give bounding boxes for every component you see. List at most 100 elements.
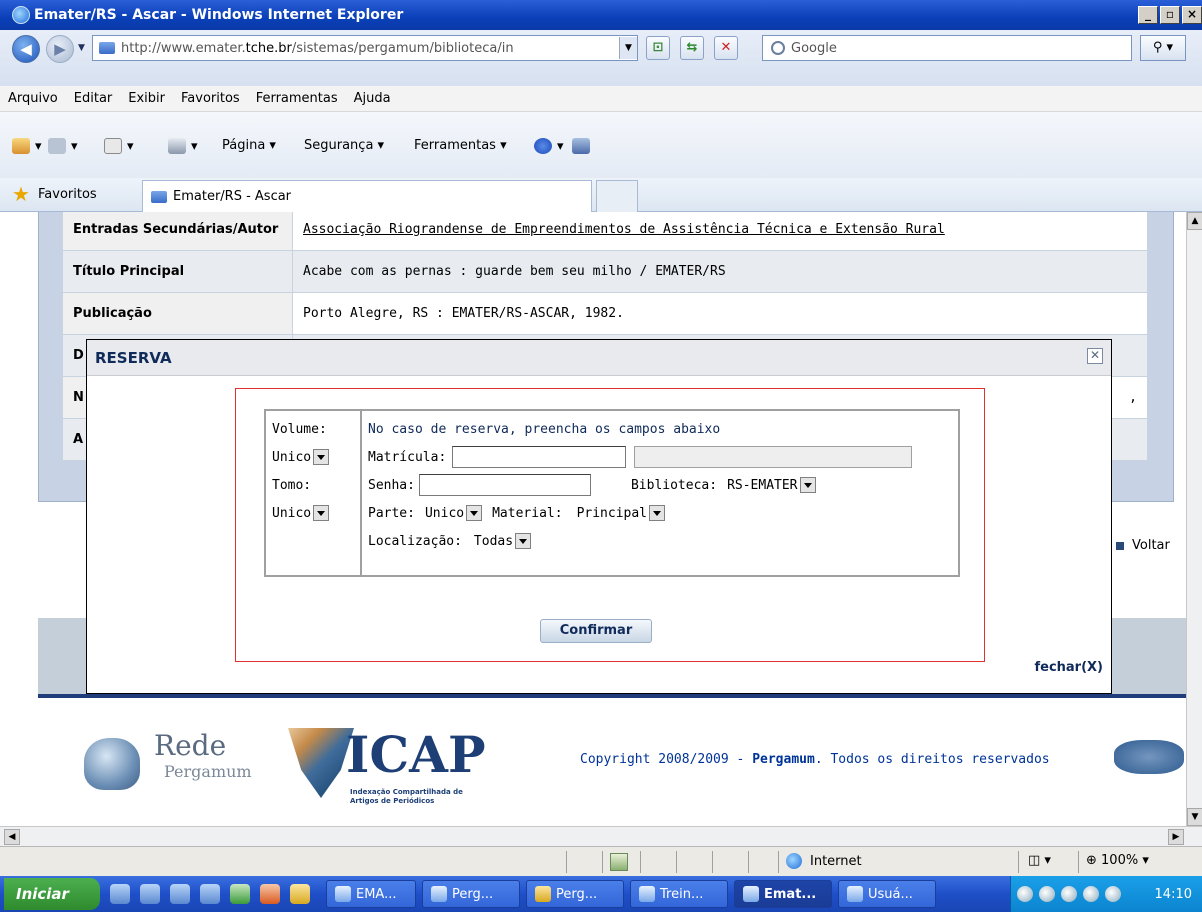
security-zone[interactable]: Internet: [786, 853, 862, 869]
senha-input[interactable]: [418, 474, 591, 496]
tray-icon[interactable]: [1083, 886, 1099, 902]
zoom-control[interactable]: ⊕ 100% ▾: [1086, 853, 1149, 868]
scroll-left-icon[interactable]: ◀: [4, 829, 20, 845]
maximize-button[interactable]: ▫: [1160, 6, 1180, 24]
mail-button[interactable]: ▾: [104, 138, 134, 154]
record-label: Entradas Secundárias/Autor: [62, 212, 293, 251]
icap-logo: ICAP Indexação Compartilhada de Artigos …: [288, 722, 508, 817]
quicklaunch-icon[interactable]: [200, 884, 220, 904]
table-row: Publicação Porto Alegre, RS : EMATER/RS-…: [62, 292, 1148, 335]
tray-icon[interactable]: [1039, 886, 1055, 902]
tray-icon[interactable]: [1061, 886, 1077, 902]
tomo-label: Tomo:: [272, 477, 312, 493]
dialog-header: RESERVA ✕: [87, 340, 1111, 376]
browser-tab-active[interactable]: Emater/RS - Ascar: [142, 180, 592, 212]
menu-editar[interactable]: Editar: [74, 91, 113, 106]
voltar-link[interactable]: Voltar: [1116, 538, 1170, 553]
taskbar-item-active[interactable]: Emat...: [734, 880, 832, 908]
favorites-star-icon[interactable]: ★: [12, 184, 30, 204]
volume-select[interactable]: Unico: [272, 449, 330, 465]
quicklaunch-icon[interactable]: [110, 884, 130, 904]
url-dropdown-button[interactable]: ▼: [619, 37, 637, 59]
back-button[interactable]: ◀: [12, 35, 40, 63]
new-tab-button[interactable]: [596, 180, 638, 212]
scroll-up-icon[interactable]: ▲: [1187, 212, 1202, 230]
stop-icon[interactable]: ✕: [714, 36, 738, 60]
confirm-button[interactable]: Confirmar: [540, 619, 652, 643]
tomo-select[interactable]: Unico: [272, 505, 330, 521]
search-button[interactable]: ⚲ ▾: [1140, 35, 1186, 61]
biblioteca-select[interactable]: RS-EMATER: [727, 477, 816, 493]
address-input[interactable]: http://www.emater.tche.br/sistemas/perga…: [92, 35, 638, 61]
search-input[interactable]: Google: [762, 35, 1132, 61]
parte-select[interactable]: Unico: [425, 505, 483, 521]
material-select[interactable]: Principal: [577, 505, 666, 521]
home-button[interactable]: ▾: [12, 138, 42, 154]
tray-icon[interactable]: [1105, 886, 1121, 902]
quicklaunch-excel-icon[interactable]: [230, 884, 250, 904]
vertical-scrollbar[interactable]: ▲ ▼: [1186, 212, 1202, 826]
help-button[interactable]: ▾: [534, 138, 564, 154]
window-title: Emater/RS - Ascar - Windows Internet Exp…: [34, 7, 404, 23]
security-menu-button[interactable]: Segurança ▾: [304, 138, 384, 153]
matricula-name-field: [634, 446, 913, 468]
taskbar-item[interactable]: Perg...: [422, 880, 520, 908]
menu-ferramentas[interactable]: Ferramentas: [256, 91, 338, 106]
taskbar-item[interactable]: Perg...: [526, 880, 624, 908]
history-dropdown-icon[interactable]: ▼: [78, 43, 85, 53]
quicklaunch-icon[interactable]: [260, 884, 280, 904]
localizacao-label: Localização:: [368, 533, 462, 549]
help-icon: [534, 138, 552, 154]
quicklaunch-icon[interactable]: [140, 884, 160, 904]
tray-icon[interactable]: [1017, 886, 1033, 902]
author-link[interactable]: Associação Riograndense de Empreendiment…: [303, 222, 945, 237]
menu-arquivo[interactable]: Arquivo: [8, 91, 58, 106]
window-titlebar: Emater/RS - Ascar - Windows Internet Exp…: [0, 0, 1202, 30]
close-window-button[interactable]: ×: [1182, 6, 1202, 24]
taskbar-item[interactable]: Usuá...: [838, 880, 936, 908]
favorites-button[interactable]: Favoritos: [38, 187, 97, 202]
protected-mode-icon[interactable]: ◫ ▾: [1028, 853, 1068, 871]
record-value: Porto Alegre, RS : EMATER/RS-ASCAR, 1982…: [292, 292, 1148, 335]
popup-blocker-icon[interactable]: [610, 853, 628, 871]
quicklaunch-folder-icon[interactable]: [290, 884, 310, 904]
biblioteca-label: Biblioteca:: [630, 477, 718, 493]
chevron-down-icon: [515, 533, 532, 549]
tools-menu-button[interactable]: Ferramentas ▾: [414, 138, 507, 153]
record-value: Acabe com as pernas : guarde bem seu mil…: [292, 250, 1148, 293]
scroll-down-icon[interactable]: ▼: [1187, 808, 1202, 826]
parte-label: Parte:: [368, 505, 415, 521]
favorites-bar: ★ Favoritos Emater/RS - Ascar: [0, 178, 1202, 212]
printer-icon: [168, 138, 186, 154]
quicklaunch-ie-icon[interactable]: [170, 884, 190, 904]
window-controls: _ ▫ ×: [1138, 6, 1202, 24]
compatibility-view-icon[interactable]: ⊡: [646, 36, 670, 60]
research-button[interactable]: [572, 138, 595, 154]
localizacao-select[interactable]: Todas: [474, 533, 532, 549]
page-menu-button[interactable]: Página ▾: [222, 138, 276, 153]
page-favicon: [99, 42, 115, 54]
scroll-right-icon[interactable]: ▶: [1168, 829, 1184, 845]
refresh-icon[interactable]: ⇆: [680, 36, 704, 60]
matricula-input[interactable]: [452, 446, 627, 468]
url-text[interactable]: http://www.emater.tche.br/sistemas/perga…: [121, 41, 619, 56]
feeds-button[interactable]: ▾: [48, 138, 78, 154]
menu-favoritos[interactable]: Favoritos: [181, 91, 240, 106]
rss-icon: [48, 138, 66, 154]
menu-ajuda[interactable]: Ajuda: [354, 91, 391, 106]
taskbar-item[interactable]: Trein...: [630, 880, 728, 908]
mail-icon: [104, 138, 122, 154]
record-label: Título Principal: [62, 250, 293, 293]
menu-bar: Arquivo Editar Exibir Favoritos Ferramen…: [0, 86, 1202, 112]
fechar-link[interactable]: fechar(X): [1034, 660, 1103, 675]
chevron-down-icon: [466, 505, 483, 521]
menu-exibir[interactable]: Exibir: [128, 91, 165, 106]
taskbar-item[interactable]: EMA...: [326, 880, 416, 908]
print-button[interactable]: ▾: [168, 138, 198, 154]
minimize-button[interactable]: _: [1138, 6, 1158, 24]
start-button[interactable]: Iniciar: [4, 878, 100, 910]
system-tray: 14:10: [1010, 876, 1202, 912]
horizontal-scrollbar[interactable]: ◀ ▶: [0, 826, 1202, 846]
forward-button[interactable]: ▶: [46, 35, 74, 63]
dialog-close-icon[interactable]: ✕: [1087, 348, 1103, 364]
